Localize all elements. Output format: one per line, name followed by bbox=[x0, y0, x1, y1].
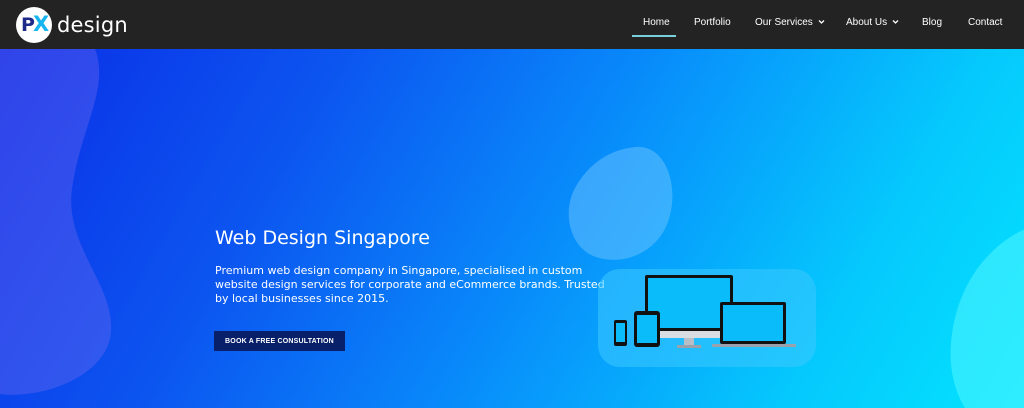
logo-wordmark: design bbox=[57, 13, 128, 37]
nav-item-about-us[interactable]: About Us bbox=[846, 17, 899, 28]
hero-section: Web Design Singapore Premium web design … bbox=[0, 49, 1024, 408]
nav-item-blog[interactable]: Blog bbox=[922, 17, 942, 28]
nav-item-home[interactable]: Home bbox=[643, 17, 670, 28]
decorative-blob-center bbox=[568, 146, 673, 260]
nav-item-portfolio[interactable]: Portfolio bbox=[694, 17, 731, 28]
decorative-blob-right bbox=[950, 229, 1024, 408]
site-logo[interactable]: P X design bbox=[16, 6, 128, 44]
nav-item-our-services[interactable]: Our Services bbox=[755, 17, 825, 28]
chevron-down-icon bbox=[892, 20, 899, 24]
top-navbar: P X design Home Portfolio Our Services A… bbox=[0, 0, 1024, 49]
hero-description: Premium web design company in Singapore,… bbox=[215, 264, 605, 305]
active-nav-indicator bbox=[632, 35, 676, 37]
responsive-devices-icon bbox=[598, 269, 816, 367]
decorative-blob-left bbox=[0, 49, 112, 395]
book-consultation-button[interactable]: BOOK A FREE CONSULTATION bbox=[214, 331, 345, 351]
px-logo-icon: P X bbox=[16, 7, 52, 43]
nav-item-contact[interactable]: Contact bbox=[968, 17, 1002, 28]
hero-title: Web Design Singapore bbox=[215, 227, 430, 249]
chevron-down-icon bbox=[818, 20, 825, 24]
